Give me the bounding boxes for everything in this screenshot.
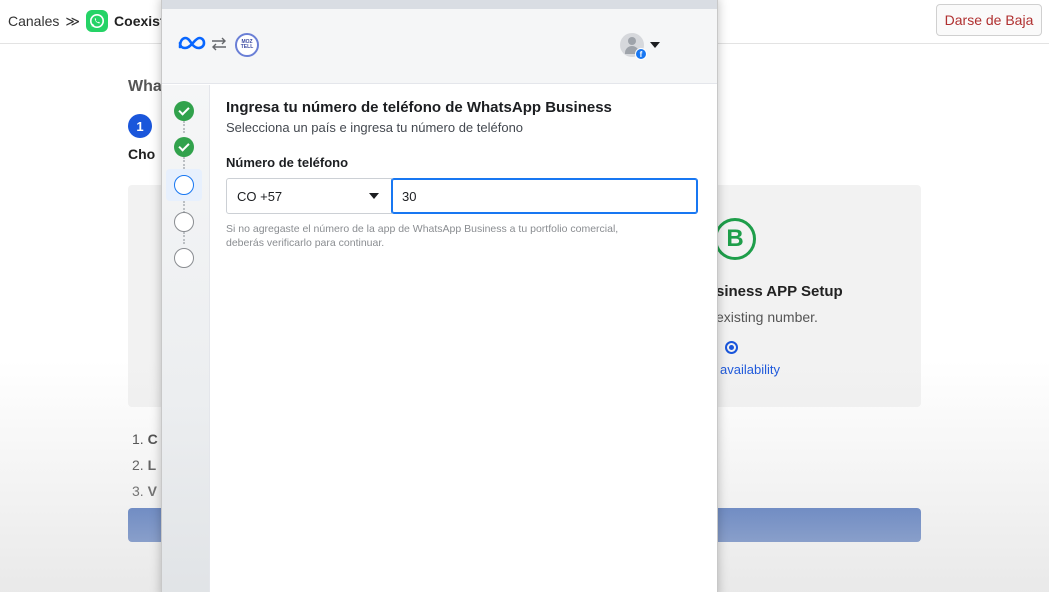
breadcrumb-root[interactable]: Canales [8,13,59,29]
step-connector [183,157,185,169]
phone-input-row: CO +57 [226,178,701,214]
card-title: siness APP Setup [716,283,843,300]
choose-label: Cho [128,146,156,162]
step-current [166,169,202,201]
country-code-select[interactable]: CO +57 [226,178,392,214]
availability-link[interactable]: availability [720,362,780,377]
section-heading: Wha [128,78,162,95]
option-radio[interactable] [725,341,738,354]
unsubscribe-button[interactable]: Darse de Baja [936,4,1042,36]
facebook-icon: f [635,48,647,60]
whatsapp-icon [86,10,109,32]
popup-header: MOZ TELL f [162,9,717,84]
list-item: 3. V [132,483,157,499]
phone-number-input[interactable] [391,178,698,214]
list-item: 1. C [132,431,158,447]
page-title: Ingresa tu número de teléfono de WhatsAp… [226,99,612,116]
popup-title-bar [162,0,717,9]
meta-infinity-icon [177,35,207,56]
avatar: f [620,33,647,60]
progress-stepper [162,85,210,592]
business-logo-icon: MOZ TELL [235,33,259,57]
chevron-down-icon [650,42,660,48]
account-switcher[interactable]: f [620,33,660,60]
business-b-icon: B [714,218,756,260]
helper-text: Si no agregaste el número de la app de W… [226,222,686,250]
step-pending-icon [174,212,194,232]
step-connector [183,121,185,133]
page-subtitle: Selecciona un país e ingresa tu número d… [226,120,524,135]
step-number-badge: 1 [128,114,152,138]
step-complete-icon [174,137,194,157]
country-code-value: CO +57 [237,188,283,204]
phone-label: Número de teléfono [226,155,349,170]
step-pending-icon [174,248,194,268]
instructions-list: 1. C 2. L 3. V [132,426,158,504]
helper-line: Si no agregaste el número de la app de W… [226,223,619,235]
phone-step-content: Ingresa tu número de teléfono de WhatsAp… [226,99,701,250]
breadcrumb-separator: ≫ [65,12,81,29]
meta-signup-popup: MOZ TELL f Ingresa tu número de teléfono… [161,0,718,592]
breadcrumb: Canales ≫ Coexist [8,10,165,32]
swap-arrows-icon [210,37,228,56]
card-subtitle: existing number. [716,309,818,325]
list-item: 2. L [132,457,157,473]
breadcrumb-current: Coexist [114,13,165,29]
step-current-icon [174,175,194,195]
step-complete-icon [174,101,194,121]
step-connector [183,232,185,244]
chevron-down-icon [369,193,379,199]
helper-line: deberás verificarlo para continuar. [226,237,385,249]
